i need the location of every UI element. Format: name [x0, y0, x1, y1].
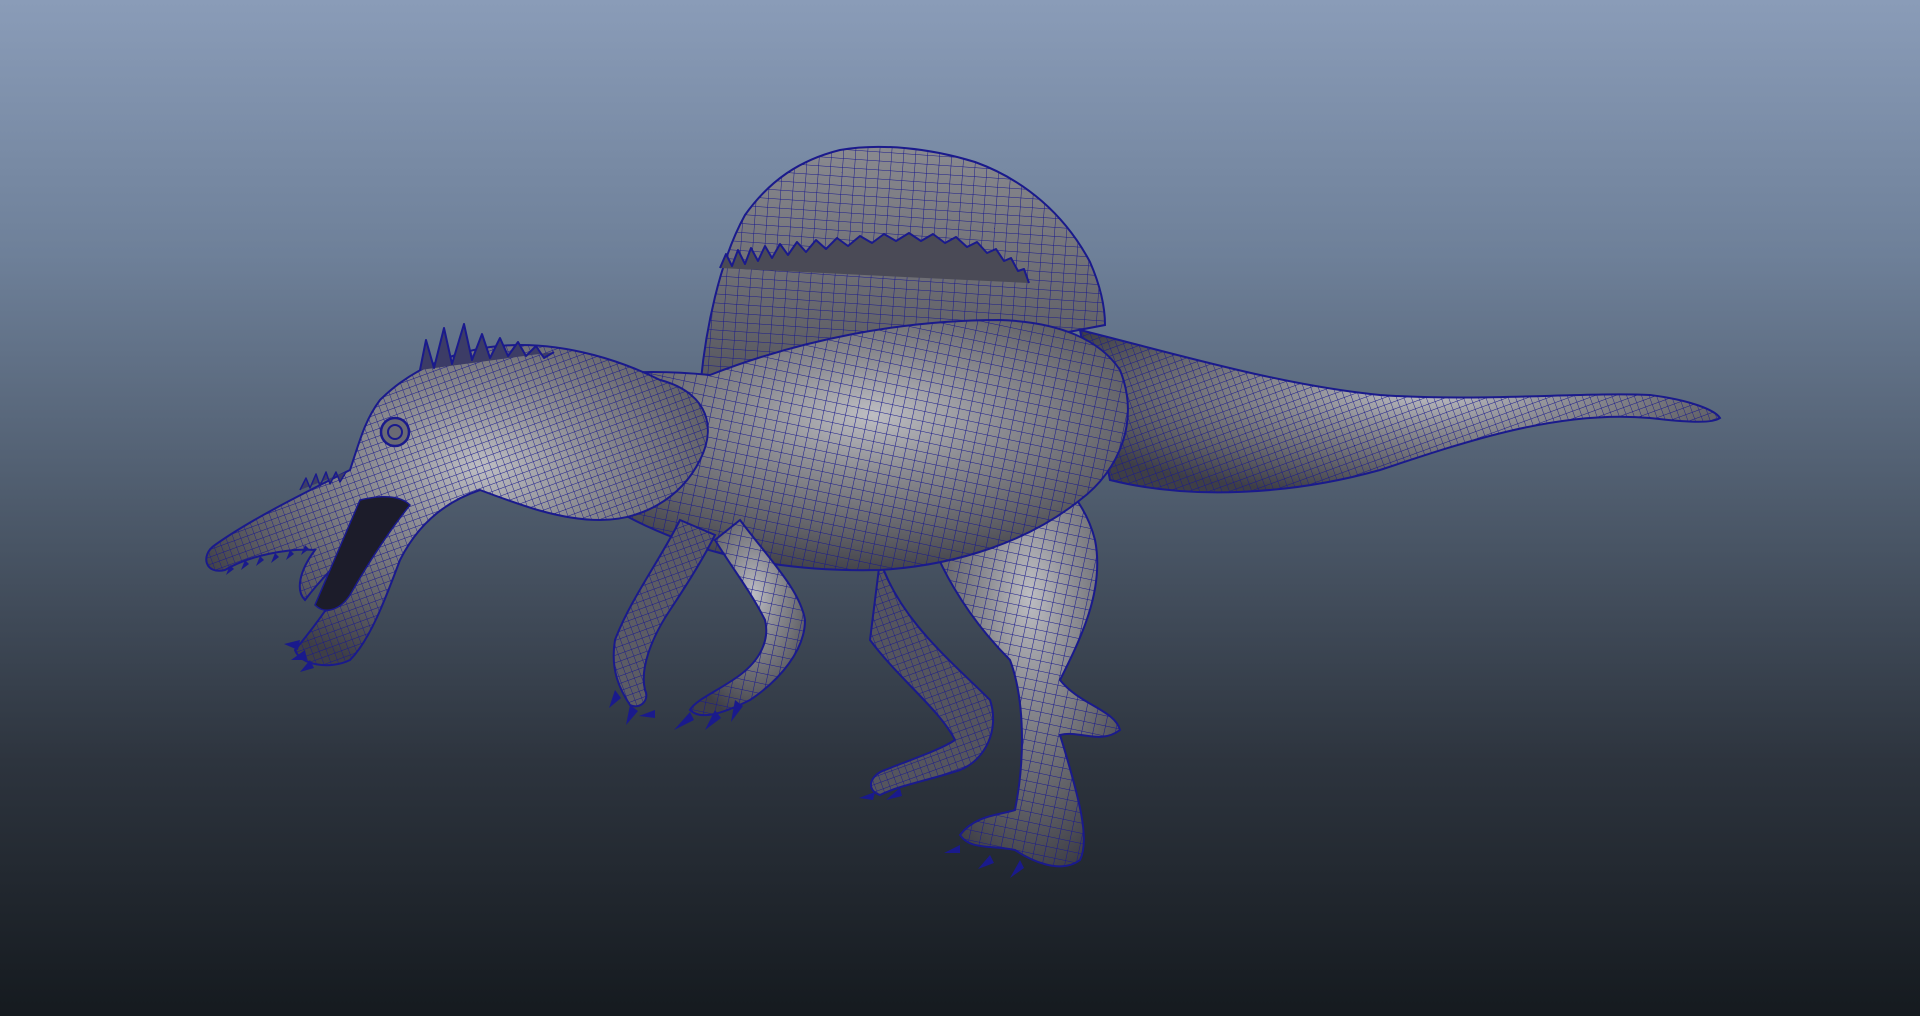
tail — [1078, 328, 1722, 494]
3d-viewport[interactable] — [0, 0, 1920, 1016]
spinosaurus-model[interactable] — [0, 0, 1920, 1016]
